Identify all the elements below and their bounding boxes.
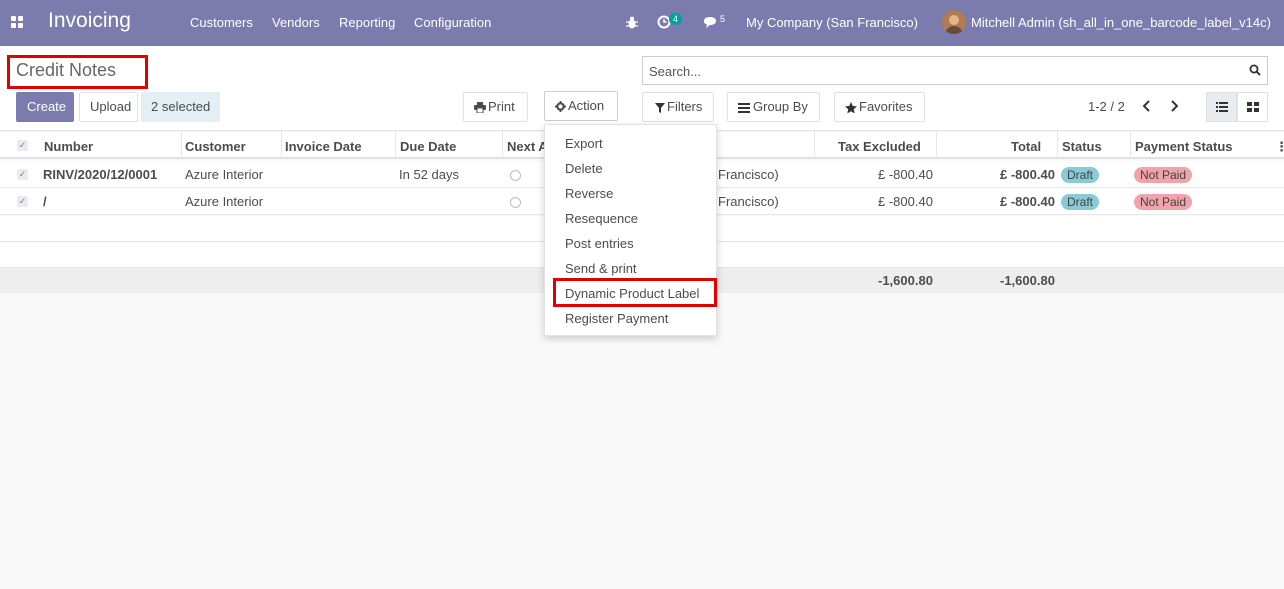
groupby-label: Group By: [753, 99, 808, 114]
row-tax-excluded: £ -800.40: [878, 167, 933, 182]
kanban-icon: [1247, 102, 1259, 112]
user-avatar[interactable]: [942, 10, 966, 34]
favorites-label: Favorites: [859, 99, 913, 114]
col-total[interactable]: Total: [1011, 139, 1041, 154]
menu-item-send-print[interactable]: Send & print: [565, 261, 637, 276]
row-customer: Azure Interior: [185, 167, 264, 182]
action-label: Action: [568, 98, 605, 113]
footer-total: -1,600.80: [1000, 273, 1055, 288]
print-label: Print: [488, 99, 515, 114]
col-invoice-date[interactable]: Invoice Date: [285, 139, 362, 154]
menu-configuration[interactable]: Configuration: [414, 15, 491, 30]
top-navbar: Invoicing Customers Vendors Reporting Co…: [0, 0, 1284, 46]
col-divider: [181, 132, 182, 159]
select-all-checkbox[interactable]: ✓: [17, 140, 28, 151]
groupby-button[interactable]: Group By: [727, 92, 820, 122]
col-divider: [814, 132, 815, 159]
search-icon[interactable]: [1249, 64, 1261, 76]
gear-icon: [555, 101, 566, 112]
menu-item-export[interactable]: Export: [565, 136, 603, 151]
row-checkbox[interactable]: ✓: [17, 169, 28, 180]
col-divider: [1130, 132, 1131, 159]
print-button[interactable]: Print: [463, 92, 528, 122]
col-next-activity[interactable]: Next A: [507, 139, 548, 154]
create-button[interactable]: Create: [16, 92, 74, 122]
bars-icon: [738, 103, 750, 113]
col-divider: [395, 132, 396, 159]
menu-item-reverse[interactable]: Reverse: [565, 186, 613, 201]
row-company: Francisco): [718, 194, 779, 209]
status-badge: Draft: [1061, 194, 1100, 210]
row-number: RINV/2020/12/0001: [43, 167, 158, 182]
filters-button[interactable]: Filters: [642, 92, 714, 122]
favorites-button[interactable]: Favorites: [834, 92, 925, 122]
apps-menu-icon[interactable]: [11, 16, 25, 30]
activity-clock-icon[interactable]: [510, 197, 521, 208]
row-company: Francisco): [718, 167, 779, 182]
activity-count-badge: 4: [669, 13, 683, 25]
control-panel: Credit Notes Create Upload 2 selected Pr…: [0, 46, 1284, 131]
highlight-menu-item-box: [553, 278, 717, 307]
row-total: £ -800.40: [1000, 167, 1055, 182]
message-count-badge: 5: [720, 14, 726, 24]
app-brand[interactable]: Invoicing: [48, 9, 131, 33]
col-tax-excluded[interactable]: Tax Excluded: [838, 139, 921, 154]
menu-item-delete[interactable]: Delete: [565, 161, 603, 176]
list-icon: [1216, 102, 1228, 112]
menu-customers[interactable]: Customers: [190, 15, 253, 30]
row-customer: Azure Interior: [185, 194, 264, 209]
star-icon: [845, 102, 857, 114]
menu-item-register-payment[interactable]: Register Payment: [565, 311, 668, 326]
list-view-button[interactable]: [1206, 92, 1237, 122]
col-number[interactable]: Number: [44, 139, 93, 154]
row-number: /: [43, 194, 47, 209]
row-checkbox[interactable]: ✓: [17, 196, 28, 207]
payment-status-badge: Not Paid: [1134, 194, 1193, 210]
col-due-date[interactable]: Due Date: [400, 139, 456, 154]
chevron-left-icon[interactable]: [1142, 100, 1152, 112]
action-button[interactable]: Action: [544, 91, 618, 121]
optional-columns-icon[interactable]: ⋮: [1275, 139, 1284, 155]
selection-counter: 2 selected: [141, 92, 221, 122]
user-menu[interactable]: Mitchell Admin (sh_all_in_one_barcode_la…: [971, 15, 1271, 30]
payment-status-badge: Not Paid: [1134, 167, 1193, 183]
bug-icon[interactable]: [626, 16, 638, 29]
menu-item-resequence[interactable]: Resequence: [565, 211, 638, 226]
col-divider: [936, 132, 937, 159]
row-tax-excluded: £ -800.40: [878, 194, 933, 209]
col-status[interactable]: Status: [1062, 139, 1102, 154]
status-badge: Draft: [1061, 167, 1100, 183]
pager-value[interactable]: 1-2 / 2: [1088, 99, 1125, 114]
row-due-date: In 52 days: [399, 167, 459, 182]
col-divider: [502, 132, 503, 159]
kanban-view-button[interactable]: [1237, 92, 1268, 122]
col-customer[interactable]: Customer: [185, 139, 246, 154]
footer-tax-excluded: -1,600.80: [878, 273, 933, 288]
menu-reporting[interactable]: Reporting: [339, 15, 395, 30]
company-switcher[interactable]: My Company (San Francisco): [746, 15, 918, 30]
chevron-right-icon[interactable]: [1169, 100, 1179, 112]
activity-clock-icon[interactable]: [510, 170, 521, 181]
search-input[interactable]: Search...: [649, 64, 701, 79]
menu-item-post-entries[interactable]: Post entries: [565, 236, 634, 251]
printer-icon: [474, 102, 486, 113]
filter-icon: [655, 103, 665, 113]
search-bar[interactable]: Search...: [642, 56, 1268, 85]
highlight-title-box: [7, 55, 148, 89]
row-total: £ -800.40: [1000, 194, 1055, 209]
col-divider: [1057, 132, 1058, 159]
menu-vendors[interactable]: Vendors: [272, 15, 320, 30]
filters-label: Filters: [667, 99, 703, 114]
col-payment-status[interactable]: Payment Status: [1135, 139, 1233, 154]
upload-button[interactable]: Upload: [79, 92, 138, 122]
messages-icon[interactable]: [703, 16, 718, 29]
col-divider: [281, 132, 282, 159]
